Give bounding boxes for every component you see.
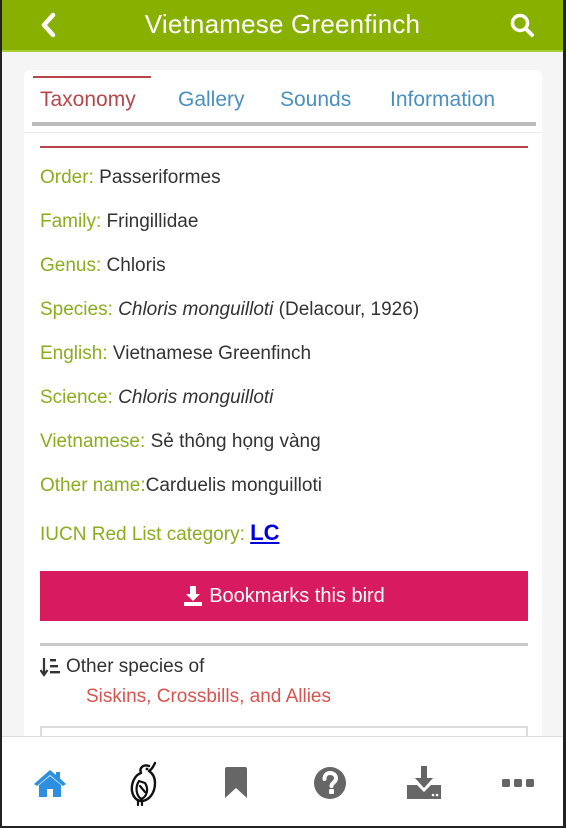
page-title: Vietnamese Greenfinch xyxy=(144,9,421,39)
science-value: Chloris monguilloti xyxy=(118,387,274,408)
nav-birds[interactable] xyxy=(124,761,164,807)
nav-more[interactable] xyxy=(498,761,538,805)
top-app-bar: Vietnamese Greenfinch xyxy=(2,0,563,52)
tab-gallery[interactable]: Gallery xyxy=(178,88,245,112)
iucn-status-link[interactable]: LC xyxy=(250,520,279,545)
species-authority: (Delacour, 1926) xyxy=(278,299,420,320)
genus-row: Genus: Chloris xyxy=(40,255,166,277)
divider xyxy=(24,132,542,133)
vietnamese-value: Sẻ thông họng vàng xyxy=(150,431,321,452)
other-species-label: Other species of xyxy=(66,656,205,677)
nav-help[interactable] xyxy=(310,761,350,805)
question-circle-icon xyxy=(314,767,346,799)
home-icon xyxy=(34,770,66,797)
english-value: Vietnamese Greenfinch xyxy=(112,343,312,364)
other-species-heading: Other species of xyxy=(40,656,204,678)
science-row: Science: Chloris monguilloti xyxy=(40,387,273,409)
order-row: Order: Passeriformes xyxy=(40,167,221,189)
bottom-navigation xyxy=(2,736,563,826)
species-row: Species: Chloris monguilloti (Delacour, … xyxy=(40,299,419,321)
family-row: Family: Fringillidae xyxy=(40,211,198,233)
genus-value: Chloris xyxy=(106,255,166,276)
family-label: Family: xyxy=(40,211,102,232)
content-card: Taxonomy Gallery Sounds Information Orde… xyxy=(24,70,542,786)
species-label: Species: xyxy=(40,299,113,320)
divider xyxy=(40,146,528,148)
bird-icon xyxy=(130,761,157,807)
bookmark-bird-button[interactable]: Bookmarks this bird xyxy=(40,571,528,621)
tab-taxonomy[interactable]: Taxonomy xyxy=(40,88,136,112)
other-name-label: Other name: xyxy=(40,475,146,496)
tab-bar: Taxonomy Gallery Sounds Information xyxy=(32,76,536,126)
family-group-link[interactable]: Siskins, Crossbills, and Allies xyxy=(86,686,331,708)
tab-information[interactable]: Information xyxy=(390,88,495,112)
other-name-value: Carduelis monguilloti xyxy=(145,475,322,496)
search-icon xyxy=(510,13,534,37)
science-label: Science: xyxy=(40,387,113,408)
nav-downloads[interactable] xyxy=(404,761,444,805)
genus-label: Genus: xyxy=(40,255,102,276)
divider xyxy=(40,643,528,646)
active-tab-indicator xyxy=(33,76,151,78)
iucn-label: IUCN Red List category: xyxy=(40,524,245,545)
english-row: English: Vietnamese Greenfinch xyxy=(40,343,311,365)
vietnamese-row: Vietnamese: Sẻ thông họng vàng xyxy=(40,431,321,453)
iucn-row: IUCN Red List category: LC xyxy=(40,520,279,546)
sort-amount-down-icon xyxy=(40,658,60,677)
bookmark-button-label: Bookmarks this bird xyxy=(209,584,385,607)
species-scientific-name: Chloris monguilloti xyxy=(118,299,274,320)
bookmark-icon xyxy=(225,767,247,798)
english-label: English: xyxy=(40,343,108,364)
family-value: Fringillidae xyxy=(106,211,199,232)
other-name-row: Other name:Carduelis monguilloti xyxy=(40,475,322,497)
nav-home[interactable] xyxy=(30,761,70,805)
download-icon xyxy=(407,766,441,799)
vietnamese-label: Vietnamese: xyxy=(40,431,146,452)
tab-sounds[interactable]: Sounds xyxy=(280,88,351,112)
order-value: Passeriformes xyxy=(99,167,221,188)
download-icon xyxy=(184,586,203,606)
app-window: Vietnamese Greenfinch Taxonomy Gallery S… xyxy=(2,0,563,826)
nav-bookmarks[interactable] xyxy=(216,761,256,805)
order-label: Order: xyxy=(40,167,94,188)
more-icon xyxy=(502,779,534,787)
search-button[interactable] xyxy=(509,12,535,38)
